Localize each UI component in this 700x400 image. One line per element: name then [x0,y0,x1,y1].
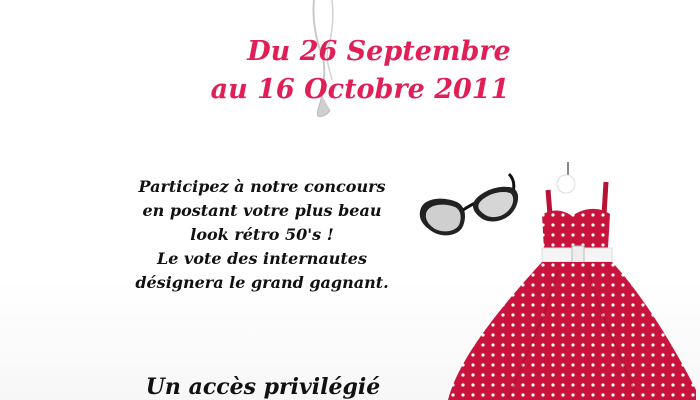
contest-pitch: Participez à notre concours en postant v… [112,175,412,295]
privileged-access-heading: Un accès privilégié [145,374,381,400]
pitch-line: en postant votre plus beau [142,201,382,220]
contest-flyer: Du 26 Septembre au 16 Octobre 2011 Parti… [0,0,700,400]
dates-line-end: au 16 Octobre 2011 [210,74,510,105]
pitch-line: désignera le grand gagnant. [135,273,389,292]
pitch-line: Le vote des internautes [157,249,367,268]
pitch-line: look rétro 50's ! [190,225,334,244]
polka-dot-dress-icon [448,162,696,400]
pitch-line: Participez à notre concours [138,177,386,196]
dates-line-start: Du 26 Septembre [247,36,511,67]
contest-dates: Du 26 Septembre au 16 Octobre 2011 [200,33,520,109]
